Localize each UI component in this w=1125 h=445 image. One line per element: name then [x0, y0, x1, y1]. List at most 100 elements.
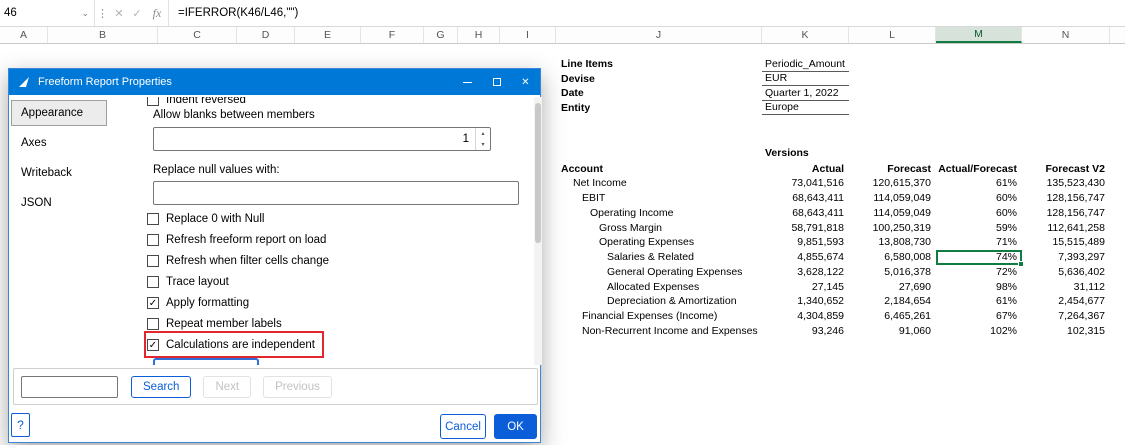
sidebar-item-axes[interactable]: Axes [11, 130, 107, 156]
column-header-B[interactable]: B [48, 27, 158, 43]
cancel-entry-icon[interactable]: ✕ [110, 7, 128, 20]
search-input[interactable] [21, 376, 118, 398]
value-cell[interactable]: 13,808,730 [849, 235, 936, 250]
checkbox[interactable] [147, 234, 159, 246]
value-cell[interactable]: 60% [936, 206, 1022, 221]
value-cell[interactable]: 7,264,367 [1022, 309, 1110, 324]
column-header-N[interactable]: N [1022, 27, 1110, 43]
value-cell[interactable]: 128,156,747 [1022, 191, 1110, 206]
account-cell[interactable]: Salaries & Related [556, 251, 762, 263]
column-header-M[interactable]: M [936, 27, 1022, 43]
value-cell[interactable]: 91,060 [849, 324, 936, 339]
checkbox-row[interactable]: Repeat member labels [147, 313, 288, 334]
column-header-A[interactable]: A [0, 27, 48, 43]
value-cell[interactable]: 120,615,370 [849, 176, 936, 191]
value-cell[interactable]: 58,791,818 [762, 220, 849, 235]
sidebar-item-writeback[interactable]: Writeback [11, 160, 107, 186]
value-cell[interactable]: 60% [936, 191, 1022, 206]
value-cell[interactable]: 67% [936, 309, 1022, 324]
value-cell[interactable]: 15,515,489 [1022, 235, 1110, 250]
account-cell[interactable]: Gross Margin [556, 222, 762, 234]
formula-text[interactable]: =IFERROR(K46/L46,"") [169, 7, 298, 19]
sidebar-item-json[interactable]: JSON [11, 190, 107, 216]
column-header-K[interactable]: K [762, 27, 849, 43]
column-header-F[interactable]: F [361, 27, 424, 43]
checkbox-row[interactable]: Replace 0 with Null [147, 208, 270, 229]
value-cell[interactable]: 4,855,674 [762, 250, 849, 265]
selected-cell[interactable]: 74% [936, 250, 1022, 265]
value-cell[interactable]: 93,246 [762, 324, 849, 339]
column-header-E[interactable]: E [295, 27, 361, 43]
value-cell[interactable]: 112,641,258 [1022, 220, 1110, 235]
filter-value-cell[interactable]: EUR [762, 72, 849, 87]
value-cell[interactable]: 71% [936, 235, 1022, 250]
value-cell[interactable]: 27,690 [849, 279, 936, 294]
checkbox[interactable] [147, 276, 159, 288]
column-header-H[interactable]: H [458, 27, 500, 43]
account-cell[interactable]: Financial Expenses (Income) [556, 310, 762, 322]
help-button[interactable]: ? [11, 413, 30, 437]
confirm-entry-icon[interactable]: ✓ [128, 7, 146, 20]
value-cell[interactable]: 102,315 [1022, 324, 1110, 339]
value-cell[interactable]: 61% [936, 294, 1022, 309]
account-cell[interactable]: EBIT [556, 192, 762, 204]
previous-button[interactable]: Previous [263, 376, 332, 398]
search-button[interactable]: Search [131, 376, 191, 398]
value-cell[interactable]: 4,304,859 [762, 309, 849, 324]
value-cell[interactable]: 135,523,430 [1022, 176, 1110, 191]
account-cell[interactable]: Operating Expenses [556, 236, 762, 248]
value-cell[interactable]: 73,041,516 [762, 176, 849, 191]
column-header-I[interactable]: I [500, 27, 556, 43]
filter-value-cell[interactable]: Periodic_Amount [762, 57, 849, 72]
next-button[interactable]: Next [203, 376, 251, 398]
replace-null-input[interactable] [153, 181, 519, 205]
ok-button[interactable]: OK [494, 414, 537, 439]
column-header-C[interactable]: C [158, 27, 237, 43]
value-cell[interactable]: 61% [936, 176, 1022, 191]
chevron-down-icon[interactable]: ⌄ [81, 8, 94, 19]
value-cell[interactable]: 114,059,049 [849, 206, 936, 221]
filter-value-cell[interactable]: Quarter 1, 2022 [762, 86, 849, 101]
dialog-title-bar[interactable]: Freeform Report Properties ✕ [9, 69, 540, 95]
value-cell[interactable]: 68,643,411 [762, 206, 849, 221]
checkbox[interactable] [147, 97, 159, 106]
close-button[interactable]: ✕ [511, 69, 540, 95]
checkbox-row[interactable]: ✓Apply formatting [147, 292, 255, 313]
value-cell[interactable]: 3,628,122 [762, 265, 849, 280]
value-cell[interactable]: 2,454,677 [1022, 294, 1110, 309]
value-cell[interactable]: 7,393,297 [1022, 250, 1110, 265]
account-cell[interactable]: Allocated Expenses [556, 281, 762, 293]
allow-blanks-stepper[interactable]: 1 ▴ ▾ [153, 127, 491, 151]
column-header-L[interactable]: L [849, 27, 936, 43]
value-cell[interactable]: 102% [936, 324, 1022, 339]
value-cell[interactable]: 114,059,049 [849, 191, 936, 206]
filter-value-cell[interactable]: Europe [762, 101, 849, 116]
checkbox-row[interactable]: Refresh freeform report on load [147, 229, 332, 250]
checkbox[interactable] [147, 255, 159, 267]
account-cell[interactable]: Non-Recurrent Income and Expenses [556, 325, 762, 337]
value-cell[interactable]: 59% [936, 220, 1022, 235]
value-cell[interactable]: 98% [936, 279, 1022, 294]
maximize-button[interactable] [482, 69, 511, 95]
value-cell[interactable]: 6,465,261 [849, 309, 936, 324]
checkbox-row[interactable]: Refresh when filter cells change [147, 250, 335, 271]
column-header-J[interactable]: J [556, 27, 762, 43]
value-cell[interactable]: 1,340,652 [762, 294, 849, 309]
value-cell[interactable]: 31,112 [1022, 279, 1110, 294]
minimize-button[interactable] [453, 69, 482, 95]
value-cell[interactable]: 72% [936, 265, 1022, 280]
content-scrollbar[interactable] [534, 97, 542, 365]
checkbox[interactable] [147, 213, 159, 225]
kebab-menu-icon[interactable]: ⋮ [95, 7, 110, 20]
column-header-G[interactable]: G [424, 27, 458, 43]
column-header-D[interactable]: D [237, 27, 295, 43]
account-cell[interactable]: General Operating Expenses [556, 266, 762, 278]
value-cell[interactable]: 100,250,319 [849, 220, 936, 235]
stepper-up-icon[interactable]: ▴ [476, 128, 490, 139]
value-cell[interactable]: 27,145 [762, 279, 849, 294]
value-cell[interactable]: 128,156,747 [1022, 206, 1110, 221]
value-cell[interactable]: 5,016,378 [849, 265, 936, 280]
checkbox-checked[interactable]: ✓ [147, 339, 159, 351]
account-cell[interactable]: Depreciation & Amortization [556, 295, 762, 307]
checkbox-row[interactable]: ✓Calculations are independent [147, 334, 321, 355]
